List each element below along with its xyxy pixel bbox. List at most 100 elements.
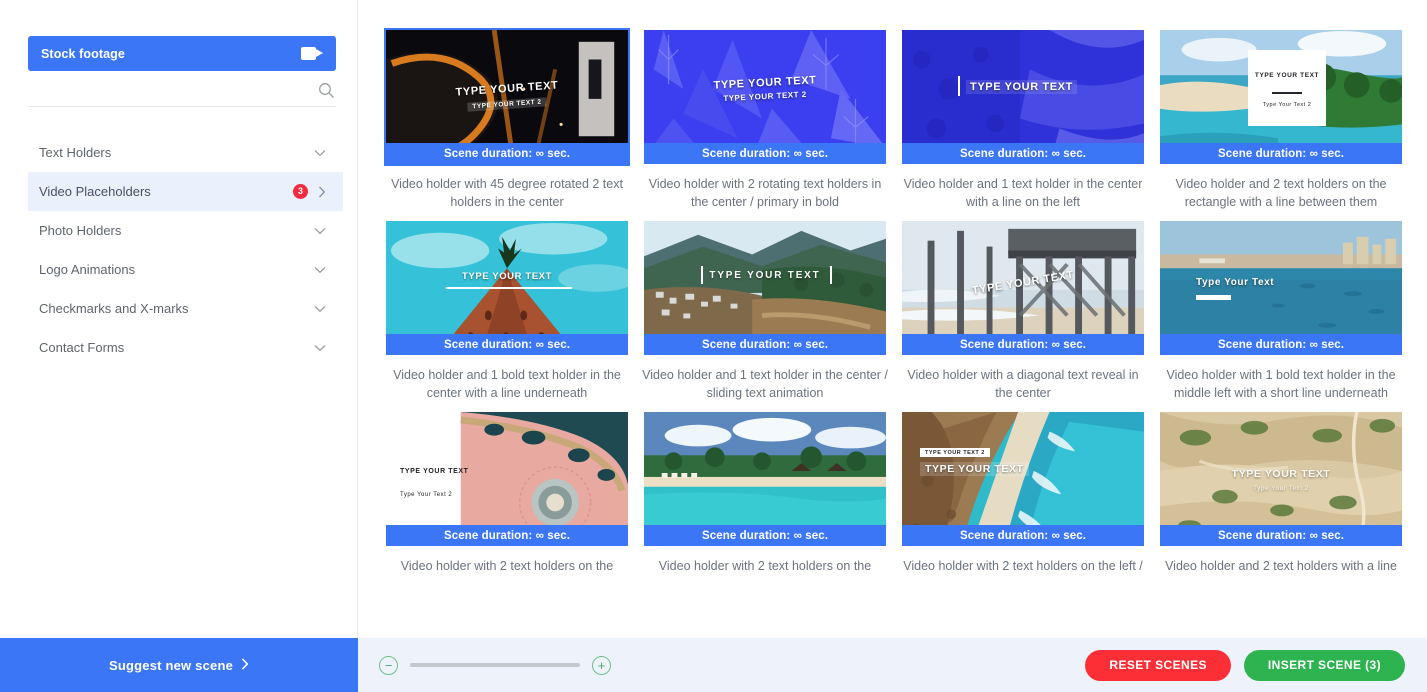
footer-toolbar: Suggest new scene − + RESET SCENES INSER… — [0, 638, 1427, 692]
overlay-main-text: TYPE YOUR TEXT — [1255, 72, 1319, 79]
scene-card[interactable]: TYPE YOUR TEXT Type Your Text 2 Scene du… — [1158, 410, 1404, 575]
zoom-control[interactable]: − + — [379, 656, 611, 675]
sidebar-item-label: Contact Forms — [39, 340, 124, 355]
overlay-accent-line — [958, 76, 960, 96]
scene-card[interactable]: TYPE YOUR TEXT Scene duration: ∞ sec. Vi… — [384, 219, 630, 402]
reset-scenes-button[interactable]: RESET SCENES — [1085, 650, 1231, 681]
scene-card[interactable]: Type Your Text Scene duration: ∞ sec. Vi… — [1158, 219, 1404, 402]
scene-card[interactable]: TYPE YOUR TEXT Scene duration: ∞ sec. Vi… — [642, 219, 888, 402]
chevron-right-icon — [318, 186, 326, 198]
scene-duration-label: Scene duration: ∞ sec. — [902, 334, 1144, 355]
sidebar: Stock footage Text Holders Video — [0, 0, 358, 638]
scene-thumbnail[interactable]: TYPE YOUR TEXT Type Your Text 2 Scene du… — [384, 410, 630, 548]
scene-duration-label: Scene duration: ∞ sec. — [386, 334, 628, 355]
scene-card[interactable]: TYPE YOUR TEXT Scene duration: ∞ sec. Vi… — [900, 28, 1146, 211]
scene-caption: Video holder with a diagonal text reveal… — [900, 366, 1146, 402]
minus-circle-icon[interactable]: − — [379, 656, 398, 675]
sidebar-item-label: Logo Animations — [39, 262, 135, 277]
scene-thumbnail[interactable]: TYPE YOUR TEXT Type Your Text 2 Scene du… — [1158, 410, 1404, 548]
scene-grid-panel[interactable]: TYPE YOUR TEXT TYPE YOUR TEXT 2 Scene du… — [359, 0, 1427, 638]
scene-caption: Video holder with 2 text holders on the — [384, 557, 630, 575]
sidebar-item-contact-forms[interactable]: Contact Forms — [28, 328, 343, 367]
overlay-main-text: TYPE YOUR TEXT — [1232, 468, 1331, 480]
scene-caption: Video holder with 1 bold text holder in … — [1158, 366, 1404, 402]
scene-thumbnail[interactable]: TYPE YOUR TEXT Scene duration: ∞ sec. — [900, 219, 1146, 357]
sidebar-item-label: Video Placeholders — [39, 184, 151, 199]
scene-caption: Video holder and 1 text holder in the ce… — [642, 366, 888, 402]
scene-thumbnail[interactable]: TYPE YOUR TEXT TYPE YOUR TEXT 2 Scene du… — [384, 28, 630, 166]
sidebar-item-badge: 3 — [293, 184, 308, 199]
scene-duration-label: Scene duration: ∞ sec. — [1160, 143, 1402, 164]
zoom-slider[interactable] — [410, 663, 580, 667]
insert-scene-button[interactable]: INSERT SCENE (3) — [1244, 650, 1405, 681]
scene-card[interactable]: TYPE YOUR TEXT TYPE YOUR TEXT 2 Scene du… — [642, 28, 888, 211]
scene-card[interactable]: TYPE YOUR TEXT Scene duration: ∞ sec. Vi… — [900, 219, 1146, 402]
sidebar-item-photo-holders[interactable]: Photo Holders — [28, 211, 343, 250]
scene-duration-label: Scene duration: ∞ sec. — [902, 143, 1144, 164]
chevron-right-icon — [241, 658, 249, 673]
scene-card[interactable]: Scene duration: ∞ sec. Video holder with… — [642, 410, 888, 575]
search-row[interactable] — [28, 75, 336, 107]
overlay-main-text: TYPE YOUR TEXT — [400, 468, 469, 475]
scene-caption: Video holder and 2 text holders on the r… — [1158, 175, 1404, 211]
scene-caption: Video holder with 2 text holders on the — [642, 557, 888, 575]
overlay-main-text: TYPE YOUR TEXT — [966, 80, 1077, 94]
sidebar-item-logo-animations[interactable]: Logo Animations — [28, 250, 343, 289]
overlay-main-text: Type Your Text — [1196, 277, 1274, 288]
sidebar-item-label: Photo Holders — [39, 223, 121, 238]
plus-circle-icon[interactable]: + — [592, 656, 611, 675]
sidebar-item-label: Text Holders — [39, 145, 111, 160]
chevron-down-icon — [314, 227, 326, 235]
overlay-main-text: TYPE YOUR TEXT — [709, 270, 820, 281]
scene-duration-label: Scene duration: ∞ sec. — [1160, 334, 1402, 355]
scene-grid: TYPE YOUR TEXT TYPE YOUR TEXT 2 Scene du… — [359, 28, 1427, 583]
scene-thumbnail[interactable]: Type Your Text Scene duration: ∞ sec. — [1158, 219, 1404, 357]
chevron-down-icon — [314, 149, 326, 157]
scene-card[interactable]: TYPE YOUR TEXT TYPE YOUR TEXT 2 Scene du… — [384, 28, 630, 211]
overlay-main-text: TYPE YOUR TEXT — [462, 271, 552, 282]
stock-footage-header[interactable]: Stock footage — [28, 36, 336, 71]
scene-duration-label: Scene duration: ∞ sec. — [1160, 525, 1402, 546]
scene-caption: Video holder with 2 text holders on the … — [900, 557, 1146, 575]
scene-duration-label: Scene duration: ∞ sec. — [644, 143, 886, 164]
scene-duration-label: Scene duration: ∞ sec. — [386, 143, 628, 164]
footer-actions: RESET SCENES INSERT SCENE (3) — [1085, 650, 1427, 681]
scene-card[interactable]: TYPE YOUR TEXT Type Your Text 2 Scene du… — [1158, 28, 1404, 211]
sidebar-item-video-placeholders[interactable]: Video Placeholders 3 — [28, 172, 343, 211]
overlay-sub-text: TYPE YOUR TEXT 2 — [920, 448, 990, 457]
scene-duration-label: Scene duration: ∞ sec. — [644, 334, 886, 355]
scene-card[interactable]: TYPE YOUR TEXT 2 TYPE YOUR TEXT Scene du… — [900, 410, 1146, 575]
stock-footage-modal: Stock footage Text Holders Video — [0, 0, 1427, 692]
scene-caption: Video holder and 1 bold text holder in t… — [384, 366, 630, 402]
sidebar-item-label: Checkmarks and X-marks — [39, 301, 189, 316]
scene-thumbnail[interactable]: TYPE YOUR TEXT TYPE YOUR TEXT 2 Scene du… — [642, 28, 888, 166]
scene-card[interactable]: TYPE YOUR TEXT Type Your Text 2 Scene du… — [384, 410, 630, 575]
category-nav: Text Holders Video Placeholders 3 Phot — [28, 133, 343, 367]
chevron-down-icon — [314, 305, 326, 313]
scene-caption: Video holder with 45 degree rotated 2 te… — [384, 175, 630, 211]
scene-caption: Video holder and 2 text holders with a l… — [1158, 557, 1404, 575]
sidebar-item-checkmarks-and-x-marks[interactable]: Checkmarks and X-marks — [28, 289, 343, 328]
sidebar-item-text-holders[interactable]: Text Holders — [28, 133, 343, 172]
search-input[interactable] — [28, 83, 316, 98]
scene-duration-label: Scene duration: ∞ sec. — [902, 525, 1144, 546]
scene-duration-label: Scene duration: ∞ sec. — [644, 525, 886, 546]
scene-thumbnail[interactable]: TYPE YOUR TEXT Type Your Text 2 Scene du… — [1158, 28, 1404, 166]
scene-thumbnail[interactable]: TYPE YOUR TEXT 2 TYPE YOUR TEXT Scene du… — [900, 410, 1146, 548]
chevron-down-icon — [314, 266, 326, 274]
scene-thumbnail[interactable]: TYPE YOUR TEXT Scene duration: ∞ sec. — [642, 219, 888, 357]
suggest-new-scene-button[interactable]: Suggest new scene — [0, 638, 358, 692]
scene-caption: Video holder with 2 rotating text holder… — [642, 175, 888, 211]
scene-thumbnail[interactable]: TYPE YOUR TEXT Scene duration: ∞ sec. — [384, 219, 630, 357]
scene-caption: Video holder and 1 text holder in the ce… — [900, 175, 1146, 211]
overlay-sub-text: Type Your Text 2 — [400, 492, 452, 498]
search-icon[interactable] — [316, 81, 336, 101]
overlay-sub-text: Type Your Text 2 — [1263, 102, 1312, 108]
scene-duration-label: Scene duration: ∞ sec. — [386, 525, 628, 546]
suggest-new-scene-label: Suggest new scene — [109, 658, 233, 673]
overlay-main-text: TYPE YOUR TEXT — [920, 462, 1029, 476]
scene-thumbnail[interactable]: Scene duration: ∞ sec. — [642, 410, 888, 548]
stock-footage-title: Stock footage — [41, 47, 125, 61]
scene-thumbnail[interactable]: TYPE YOUR TEXT Scene duration: ∞ sec. — [900, 28, 1146, 166]
overlay-sub-text: Type Your Text 2 — [1253, 485, 1309, 492]
